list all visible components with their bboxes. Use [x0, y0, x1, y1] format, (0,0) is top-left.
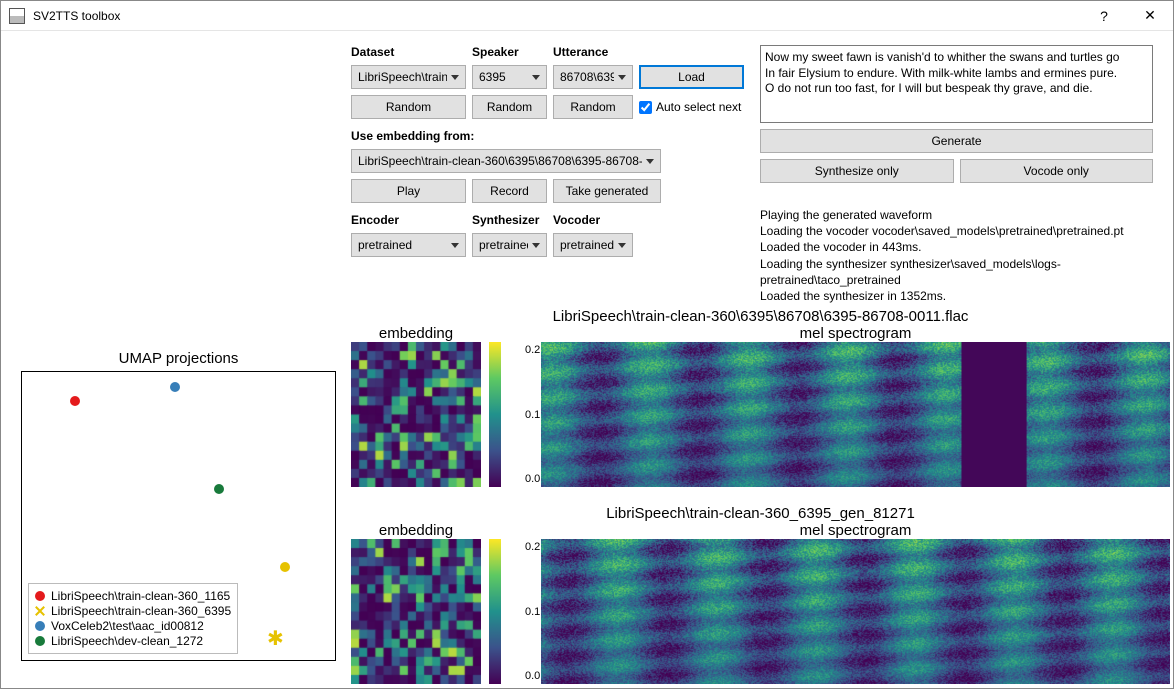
label-speaker: Speaker [472, 45, 547, 59]
embedding-heatmap-2 [351, 539, 481, 684]
synthesize-only-button[interactable]: Synthesize only [760, 159, 954, 183]
encoder-select[interactable]: pretrained [351, 233, 466, 257]
mel-spectrogram-1 [541, 342, 1170, 487]
mel-spectrogram-2 [541, 539, 1170, 684]
label-encoder: Encoder [351, 213, 466, 227]
chevron-down-icon [532, 243, 540, 248]
load-button[interactable]: Load [639, 65, 744, 89]
text-input[interactable] [760, 45, 1153, 123]
vocode-only-button[interactable]: Vocode only [960, 159, 1154, 183]
app-icon [9, 8, 25, 24]
random-dataset-button[interactable]: Random [351, 95, 466, 119]
chevron-down-icon [618, 243, 626, 248]
label-use-embedding: Use embedding from: [351, 129, 744, 143]
legend-item: LibriSpeech\train-clean-360_6395 [51, 604, 231, 618]
file-title-1: LibriSpeech\train-clean-360\6395\86708\6… [351, 308, 1170, 325]
colorbar-1 [489, 342, 501, 487]
umap-plot: UMAP projections ✱ LibriSpeech\train-cle… [21, 350, 336, 661]
embedding-title-2: embedding [351, 522, 481, 539]
random-speaker-button[interactable]: Random [472, 95, 547, 119]
play-button[interactable]: Play [351, 179, 466, 203]
speaker-select[interactable]: 6395 [472, 65, 547, 89]
embedding-heatmap-1 [351, 342, 481, 487]
umap-point [170, 382, 180, 392]
titlebar: SV2TTS toolbox ? ✕ [1, 1, 1173, 31]
chevron-down-icon [451, 243, 459, 248]
embedding-select[interactable]: LibriSpeech\train-clean-360\6395\86708\6… [351, 149, 661, 173]
chevron-down-icon [618, 75, 626, 80]
label-utterance: Utterance [553, 45, 633, 59]
legend-item: LibriSpeech\dev-clean_1272 [51, 634, 203, 648]
utterance-select[interactable]: 86708\6395 [553, 65, 633, 89]
chevron-down-icon [532, 75, 540, 80]
generate-button[interactable]: Generate [760, 129, 1153, 153]
umap-title: UMAP projections [21, 350, 336, 367]
label-vocoder: Vocoder [553, 213, 633, 227]
label-dataset: Dataset [351, 45, 466, 59]
random-utterance-button[interactable]: Random [553, 95, 633, 119]
umap-point [70, 396, 80, 406]
colorbar-2 [489, 539, 501, 684]
spectrogram-title-2: mel spectrogram [541, 522, 1170, 539]
log-output: Playing the generated waveform Loading t… [760, 207, 1170, 304]
file-title-2: LibriSpeech\train-clean-360_6395_gen_812… [351, 505, 1170, 522]
umap-point [280, 562, 290, 572]
colorbar-ticks-2: 0.2 0.1 0.0 [521, 539, 541, 684]
synthesizer-select[interactable]: pretrained [472, 233, 547, 257]
close-button[interactable]: ✕ [1127, 1, 1173, 31]
help-button[interactable]: ? [1081, 1, 1127, 31]
colorbar-ticks-1: 0.2 0.1 0.0 [521, 342, 541, 487]
spectrogram-title-1: mel spectrogram [541, 325, 1170, 342]
umap-legend: LibriSpeech\train-clean-360_1165 LibriSp… [28, 583, 238, 654]
legend-item: VoxCeleb2\test\aac_id00812 [51, 619, 204, 633]
auto-select-next-input[interactable] [639, 101, 652, 114]
dataset-select[interactable]: LibriSpeech\train-cle [351, 65, 466, 89]
window-title: SV2TTS toolbox [33, 9, 1081, 23]
chevron-down-icon [451, 75, 459, 80]
umap-canvas: ✱ LibriSpeech\train-clean-360_1165 Libri… [21, 371, 336, 661]
legend-item: LibriSpeech\train-clean-360_1165 [51, 589, 230, 603]
auto-select-next-checkbox[interactable]: Auto select next [639, 100, 744, 114]
take-generated-button[interactable]: Take generated [553, 179, 661, 203]
label-synthesizer: Synthesizer [472, 213, 547, 227]
umap-highlight-icon: ✱ [267, 630, 285, 648]
chevron-down-icon [646, 159, 654, 164]
vocoder-select[interactable]: pretrained [553, 233, 633, 257]
umap-point [214, 484, 224, 494]
record-button[interactable]: Record [472, 179, 547, 203]
embedding-title-1: embedding [351, 325, 481, 342]
